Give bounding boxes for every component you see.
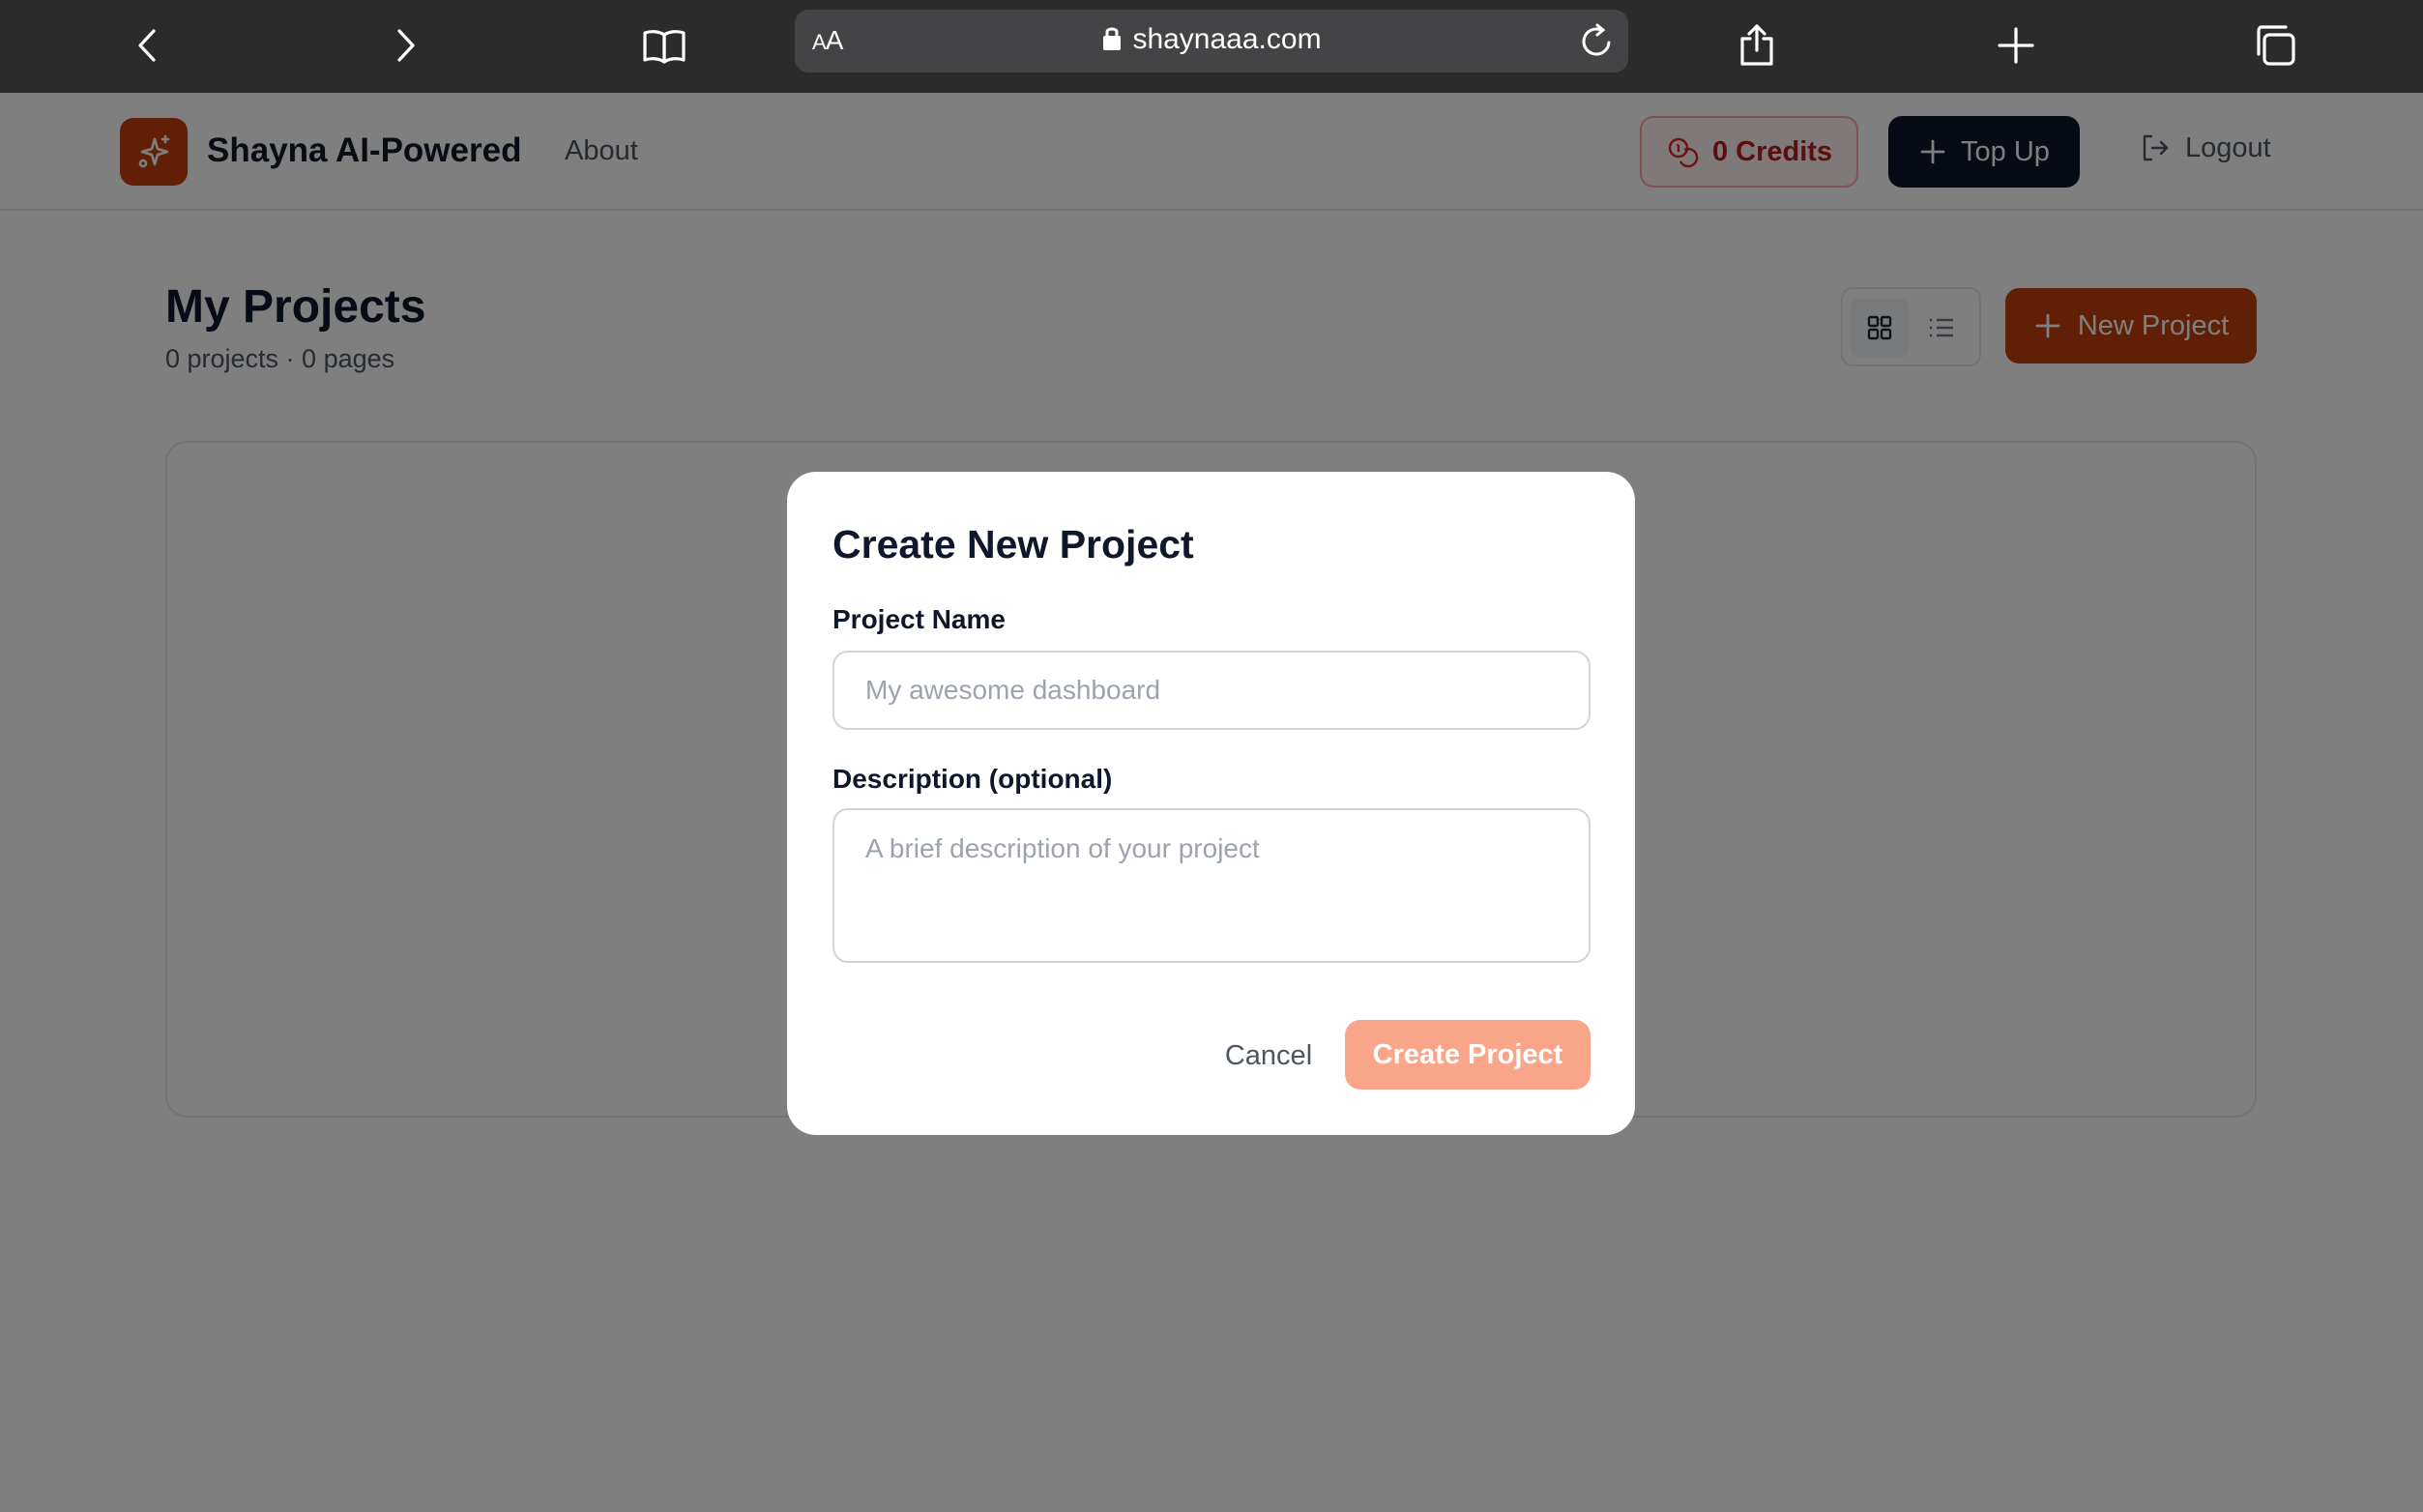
project-name-label: Project Name bbox=[832, 604, 1006, 634]
back-arrow-icon[interactable] bbox=[116, 14, 180, 77]
project-name-input[interactable] bbox=[832, 651, 1591, 730]
description-textarea[interactable] bbox=[832, 808, 1591, 963]
book-icon[interactable] bbox=[632, 14, 696, 77]
address-bar[interactable]: AA shaynaaa.com bbox=[795, 10, 1628, 73]
browser-toolbar: AA shaynaaa.com bbox=[0, 0, 2423, 93]
plus-icon[interactable] bbox=[1984, 14, 2048, 77]
forward-arrow-icon[interactable] bbox=[373, 14, 437, 77]
url-text: shaynaaa.com bbox=[1132, 23, 1322, 55]
description-label: Description (optional) bbox=[832, 764, 1113, 794]
reload-icon[interactable] bbox=[1576, 21, 1617, 62]
share-icon[interactable] bbox=[1725, 14, 1789, 77]
lock-icon bbox=[1101, 24, 1123, 59]
create-project-button[interactable]: Create Project bbox=[1345, 1020, 1591, 1090]
create-project-dialog: Create New Project Project Name Descript… bbox=[787, 472, 1635, 1135]
cancel-button[interactable]: Cancel bbox=[1201, 1021, 1336, 1090]
tabs-icon[interactable] bbox=[2243, 14, 2307, 77]
dialog-title: Create New Project bbox=[832, 522, 1194, 567]
